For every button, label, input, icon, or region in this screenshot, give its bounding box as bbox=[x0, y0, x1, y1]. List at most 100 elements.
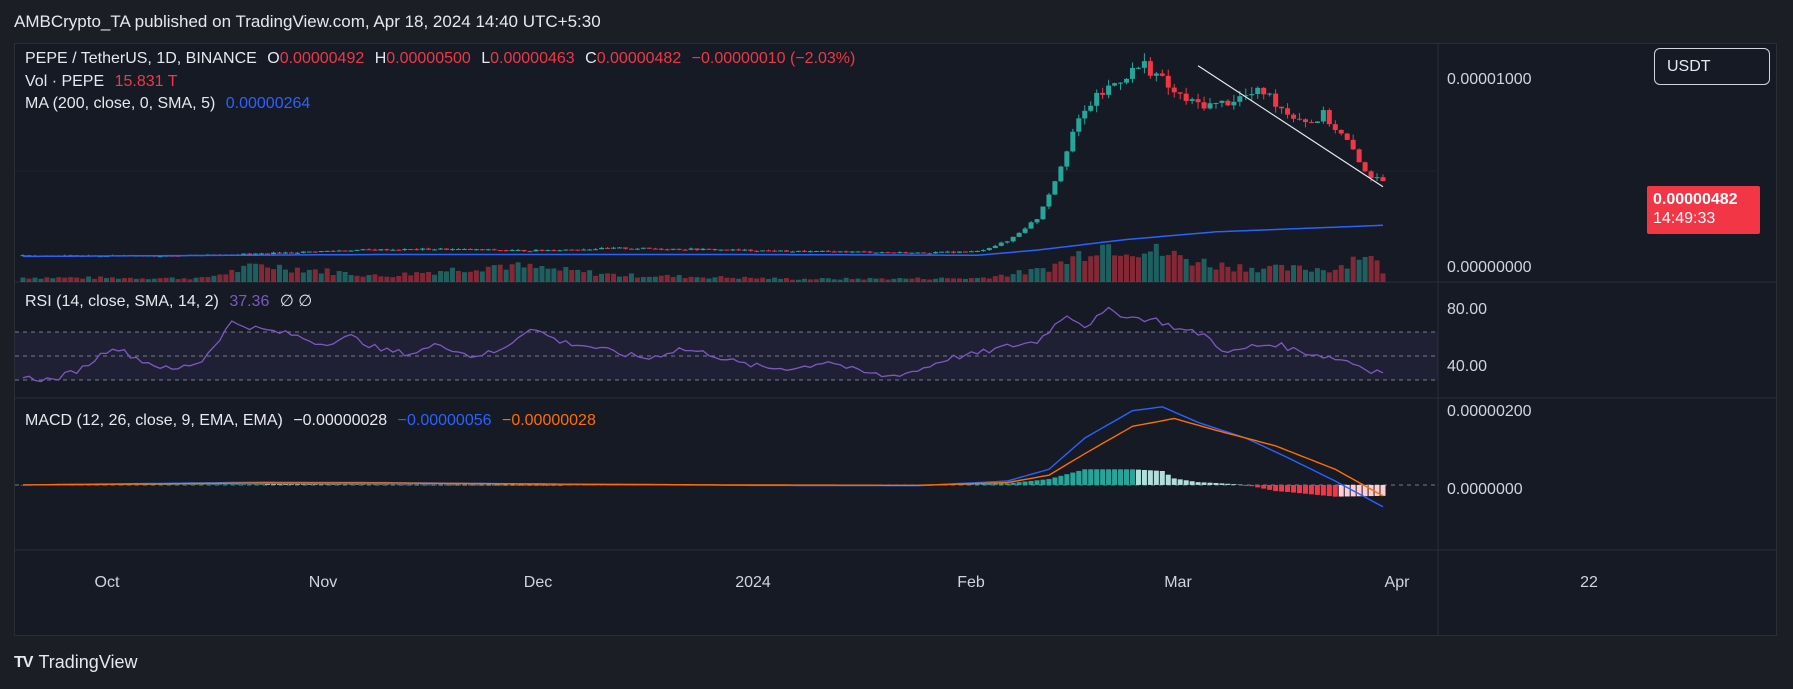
volume-bar bbox=[1106, 244, 1112, 282]
volume-bar bbox=[831, 279, 837, 282]
candle-body bbox=[676, 248, 682, 250]
volume-bar bbox=[1088, 256, 1094, 282]
volume-bar bbox=[366, 275, 372, 282]
candle-body bbox=[1291, 114, 1297, 119]
time-axis-label: Apr bbox=[1385, 574, 1411, 591]
candle-body bbox=[1213, 102, 1219, 104]
volume-bar bbox=[706, 278, 712, 282]
volume-bar bbox=[98, 276, 104, 282]
volume-bar bbox=[169, 277, 175, 282]
time-axis-label: 2024 bbox=[735, 574, 771, 591]
macd-histogram-bar bbox=[575, 484, 581, 486]
volume-bar bbox=[819, 277, 825, 282]
macd-axis-label: 0.00000200 bbox=[1447, 403, 1532, 420]
candle-body bbox=[1112, 83, 1118, 86]
candle-body bbox=[253, 253, 259, 255]
volume-bar bbox=[742, 276, 748, 282]
volume-bar bbox=[288, 272, 294, 282]
volume-bar bbox=[1380, 273, 1386, 282]
candle-body bbox=[968, 251, 974, 253]
macd-histogram-bar bbox=[318, 484, 324, 485]
candle-body bbox=[1231, 101, 1237, 106]
macd-histogram-bar bbox=[396, 484, 402, 486]
candle-body bbox=[1159, 73, 1165, 76]
candle-body bbox=[426, 248, 432, 250]
macd-histogram-bar bbox=[1135, 469, 1141, 485]
volume-bar bbox=[271, 269, 277, 282]
candle-body bbox=[1118, 82, 1124, 84]
macd-histogram-bar bbox=[569, 484, 575, 486]
volume-bar bbox=[133, 278, 139, 282]
candle-body bbox=[1141, 61, 1147, 68]
macd-histogram-bar bbox=[1159, 470, 1165, 485]
candle-body bbox=[1082, 110, 1088, 119]
macd-histogram-bar bbox=[175, 484, 181, 485]
brand[interactable]: TV TradingView bbox=[14, 652, 138, 673]
volume-bar bbox=[921, 279, 927, 282]
high-label: H bbox=[374, 50, 387, 67]
candle-body bbox=[587, 249, 593, 251]
currency-button[interactable]: USDT bbox=[1654, 48, 1770, 85]
macd-histogram-bar bbox=[1255, 484, 1261, 488]
volume-bar bbox=[658, 275, 664, 282]
volume-bar bbox=[980, 277, 986, 282]
candle-body bbox=[509, 249, 515, 251]
macd-histogram-bar bbox=[414, 484, 420, 486]
macd-histogram-bar bbox=[288, 484, 294, 485]
candle-body bbox=[646, 247, 652, 249]
volume-bar bbox=[1350, 256, 1356, 282]
macd-histogram-bar bbox=[282, 484, 288, 485]
rsi-na: ∅ ∅ bbox=[279, 293, 313, 310]
candle-body bbox=[1237, 96, 1243, 102]
volume-bar bbox=[1118, 255, 1124, 282]
candle-body bbox=[491, 249, 497, 251]
macd-histogram-bar bbox=[1064, 474, 1070, 485]
volume-bar bbox=[175, 279, 181, 282]
volume-bar bbox=[461, 272, 467, 282]
volume-bar bbox=[1058, 261, 1064, 282]
volume-bar bbox=[1255, 272, 1261, 282]
volume-bar bbox=[44, 277, 50, 282]
volume-bar bbox=[181, 278, 187, 282]
candle-body bbox=[551, 250, 557, 252]
macd-histogram-bar bbox=[527, 484, 533, 486]
volume-bar bbox=[986, 278, 992, 282]
macd-histogram-bar bbox=[485, 484, 491, 486]
candle-body bbox=[807, 251, 813, 253]
volume-bar bbox=[20, 277, 26, 282]
candle-body bbox=[1261, 87, 1267, 95]
volume-bar bbox=[1249, 267, 1255, 282]
macd-histogram-bar bbox=[473, 484, 479, 486]
candle-body bbox=[276, 252, 282, 254]
candle-body bbox=[342, 250, 348, 252]
macd-histogram-bar bbox=[408, 484, 414, 486]
volume-bar bbox=[306, 269, 312, 282]
volume-bar bbox=[766, 279, 772, 282]
candle-body bbox=[849, 251, 855, 253]
macd-histogram-bar bbox=[294, 484, 300, 485]
macd-histogram-bar bbox=[1010, 482, 1016, 485]
candle-body bbox=[670, 248, 676, 250]
macd-histogram-bar bbox=[1225, 483, 1231, 485]
volume-bar bbox=[253, 263, 259, 282]
macd-histogram-bar bbox=[420, 484, 426, 486]
chart-canvas[interactable]: 0.00001000 0.00000000 80.00 40.00 0.00000200… bbox=[15, 44, 1776, 635]
macd-histogram-bar bbox=[157, 484, 163, 485]
candle-body bbox=[497, 250, 503, 252]
candle-body bbox=[652, 248, 658, 250]
chart-frame[interactable]: 0.00001000 0.00000000 80.00 40.00 0.00000200… bbox=[14, 43, 1777, 636]
volume-bar bbox=[1022, 274, 1028, 282]
macd-histogram-bar bbox=[1004, 483, 1010, 485]
candle-body bbox=[1135, 67, 1141, 69]
volume-bar bbox=[62, 277, 68, 282]
volume-bar bbox=[1046, 271, 1052, 282]
macd-histogram-bar bbox=[235, 484, 241, 485]
volume-bar bbox=[772, 277, 778, 282]
candle-body bbox=[891, 252, 897, 254]
volume-bar bbox=[718, 276, 724, 282]
candle-body bbox=[1100, 92, 1106, 95]
candle-body bbox=[760, 250, 766, 252]
volume-bar bbox=[1082, 261, 1088, 282]
volume-bar bbox=[473, 270, 479, 282]
volume-bar bbox=[223, 274, 229, 282]
